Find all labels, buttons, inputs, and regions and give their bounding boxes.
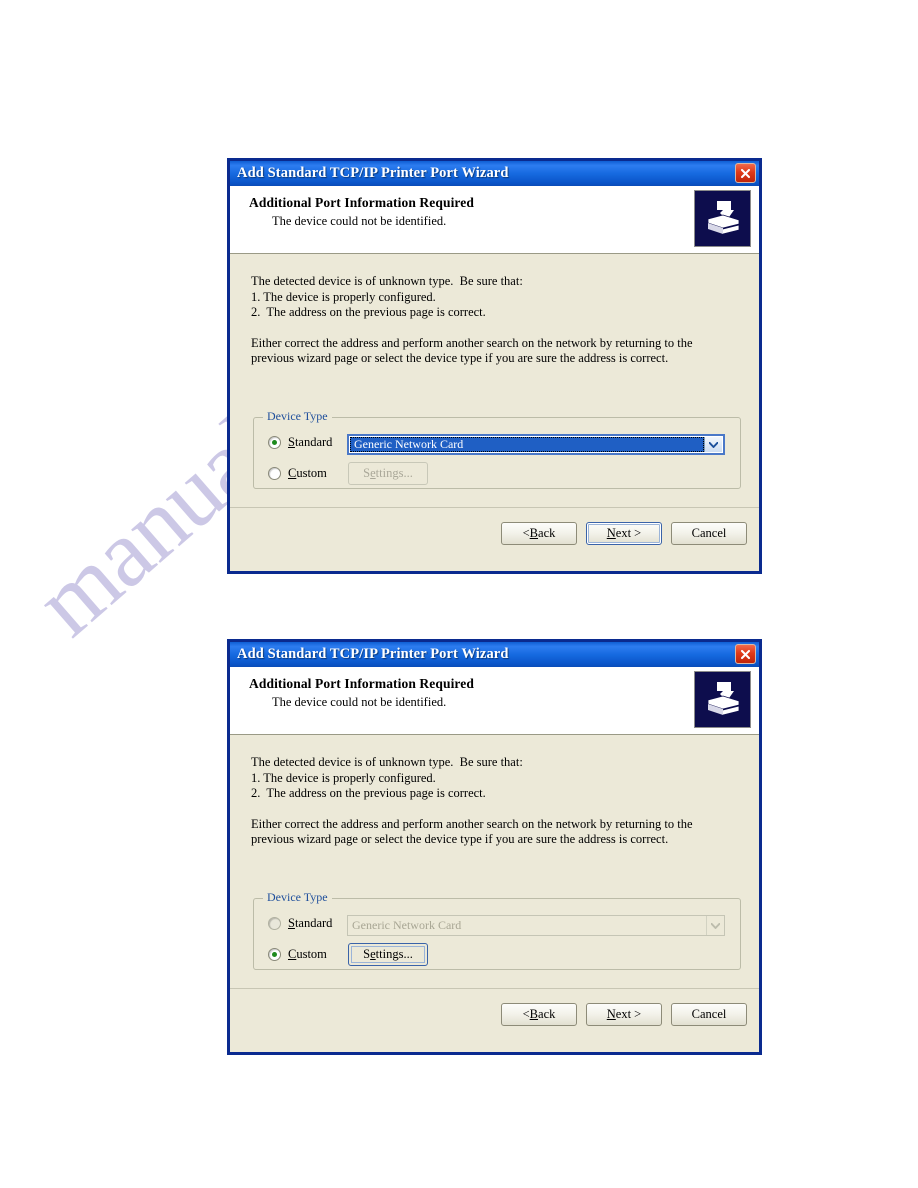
radio-custom-indicator[interactable] <box>268 948 281 961</box>
dialog-footer: < Back Next > Cancel <box>230 507 759 570</box>
radio-standard-label: Standard <box>288 916 333 930</box>
header-title: Additional Port Information Required <box>249 195 474 210</box>
device-type-group-label: Device Type <box>263 409 332 424</box>
body-paragraph-2: Either correct the address and perform a… <box>251 816 693 847</box>
printer-icon <box>694 671 751 728</box>
window-title: Add Standard TCP/IP Printer Port Wizard <box>237 646 509 662</box>
chevron-down-glyph <box>711 922 720 929</box>
title-bar: Add Standard TCP/IP Printer Port Wizard <box>230 161 759 186</box>
chevron-down-icon[interactable] <box>704 437 722 452</box>
printer-glyph <box>707 681 739 715</box>
settings-button[interactable]: Settings... <box>348 943 428 966</box>
title-bar: Add Standard TCP/IP Printer Port Wizard <box>230 642 759 667</box>
header-subtitle: The device could not be identified. <box>272 695 447 709</box>
cancel-button[interactable]: Cancel <box>671 522 747 545</box>
next-button[interactable]: Next > <box>586 522 662 545</box>
wizard-dialog-custom: Add Standard TCP/IP Printer Port Wizard … <box>227 639 762 1055</box>
wizard-dialog-standard: Add Standard TCP/IP Printer Port Wizard … <box>227 158 762 574</box>
footer-button-row: < Back Next > Cancel <box>501 522 747 545</box>
device-type-group: Device Type Standard Custom Generic Netw… <box>253 409 741 489</box>
body-paragraph-1: The detected device is of unknown type. … <box>251 755 523 800</box>
header-title: Additional Port Information Required <box>249 676 474 691</box>
body-paragraph-1: The detected device is of unknown type. … <box>251 274 523 319</box>
device-type-group: Device Type Standard Custom Generic Netw… <box>253 890 741 970</box>
footer-button-row: < Back Next > Cancel <box>501 1003 747 1026</box>
dialog-body: The detected device is of unknown type. … <box>230 735 759 988</box>
settings-button-label: Settings... <box>363 466 413 480</box>
header-subtitle: The device could not be identified. <box>272 214 447 228</box>
device-type-combobox-value[interactable]: Generic Network Card <box>350 437 704 452</box>
cancel-button[interactable]: Cancel <box>671 1003 747 1026</box>
dialog-header: Additional Port Information Required The… <box>230 186 759 254</box>
radio-standard-indicator[interactable] <box>268 436 281 449</box>
close-button[interactable] <box>735 163 756 183</box>
device-type-combobox: Generic Network Card <box>347 915 725 936</box>
chevron-down-glyph <box>709 441 718 448</box>
chevron-down-icon <box>706 916 724 935</box>
radio-custom[interactable]: Custom <box>268 466 327 481</box>
close-button[interactable] <box>735 644 756 664</box>
printer-glyph <box>707 200 739 234</box>
body-paragraph-2: Either correct the address and perform a… <box>251 335 693 366</box>
radio-custom-label: Custom <box>288 947 327 961</box>
device-type-combobox[interactable]: Generic Network Card <box>347 434 725 455</box>
dialog-body: The detected device is of unknown type. … <box>230 254 759 507</box>
radio-standard[interactable]: Standard <box>268 435 332 450</box>
radio-custom-label: Custom <box>288 466 327 480</box>
next-button[interactable]: Next > <box>586 1003 662 1026</box>
device-type-combobox-value: Generic Network Card <box>352 918 462 932</box>
settings-button-label: Settings... <box>363 947 413 961</box>
radio-standard[interactable]: Standard <box>268 916 332 931</box>
radio-custom-indicator[interactable] <box>268 467 281 480</box>
device-type-group-label: Device Type <box>263 890 332 905</box>
radio-standard-indicator[interactable] <box>268 917 281 930</box>
close-icon <box>740 649 751 659</box>
back-button[interactable]: < Back <box>501 522 577 545</box>
radio-custom[interactable]: Custom <box>268 947 327 962</box>
back-button[interactable]: < Back <box>501 1003 577 1026</box>
dialog-header: Additional Port Information Required The… <box>230 667 759 735</box>
dialog-footer: < Back Next > Cancel <box>230 988 759 1051</box>
settings-button: Settings... <box>348 462 428 485</box>
radio-standard-label: Standard <box>288 435 333 449</box>
close-icon <box>740 168 751 178</box>
window-title: Add Standard TCP/IP Printer Port Wizard <box>237 165 509 181</box>
printer-icon <box>694 190 751 247</box>
